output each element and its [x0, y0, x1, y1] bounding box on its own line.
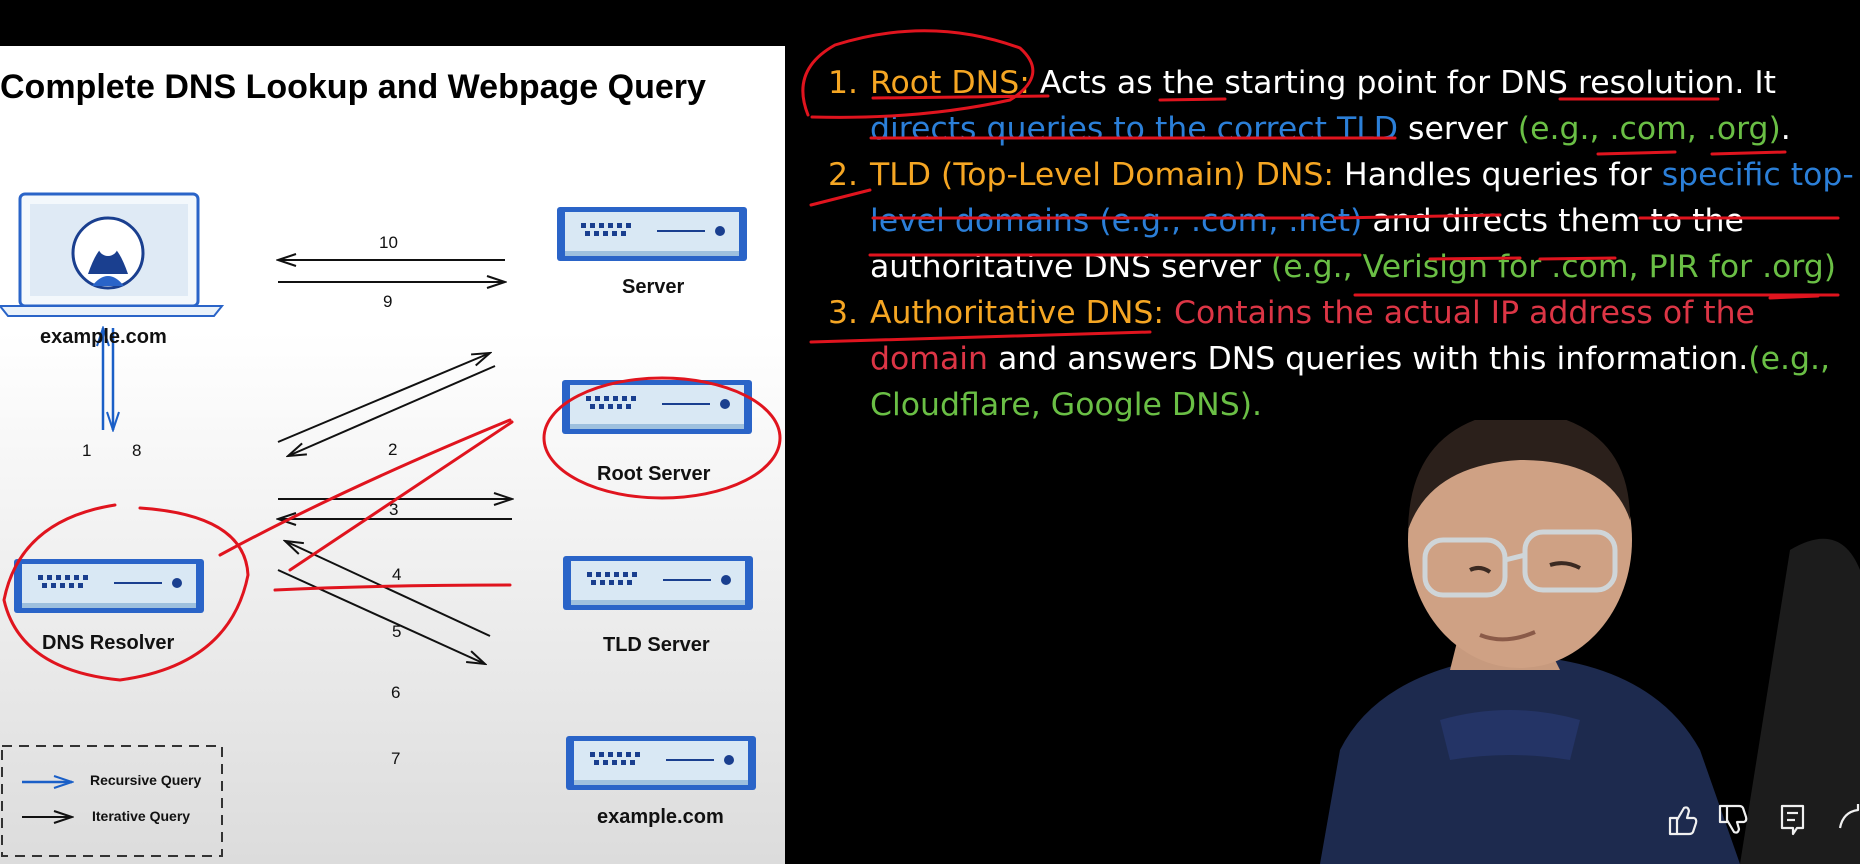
- arrow-6: [285, 541, 491, 637]
- dns-resolver-icon: [13, 558, 205, 614]
- note-text-segment: Root DNS:: [870, 65, 1040, 101]
- step-4-label: 4: [392, 565, 402, 584]
- presenter-webcam: [1320, 420, 1860, 864]
- step-6-label: 6: [391, 683, 401, 702]
- step-1-label: 1: [82, 441, 92, 460]
- dns-resolver-label: DNS Resolver: [42, 632, 175, 654]
- note-text-segment: Acts as the starting point for DNS resol…: [1039, 65, 1776, 101]
- note-text-segment: Handles queries for: [1344, 157, 1662, 193]
- note-text-segment: (e.g., Verisign for .com, PIR for .org): [1270, 249, 1837, 285]
- note-text-segment: Authoritative DNS:: [870, 295, 1175, 331]
- client-label: example.com: [40, 326, 167, 348]
- note-text-segment: authoritative DNS server: [870, 249, 1271, 285]
- arrow-2: [277, 353, 490, 443]
- note-1-line-1: 1. Root DNS: Acts as the starting point f…: [808, 60, 1848, 106]
- note-text-segment: specific top-: [1661, 157, 1854, 193]
- note-3-line-1: 3. Authoritative DNS: Contains the actual…: [808, 290, 1848, 336]
- note-text-segment: (e.g., .com, .org): [1517, 111, 1781, 147]
- laptop-icon: [0, 192, 225, 317]
- note-text-segment: .: [1780, 111, 1791, 147]
- tld-server-icon: [562, 555, 754, 611]
- note-text-segment: domain: [870, 341, 988, 377]
- step-3-label: 3: [389, 500, 399, 519]
- note-3-line-2: domain and answers DNS queries with this…: [808, 336, 1848, 382]
- tld-server-label: TLD Server: [603, 634, 710, 656]
- authoritative-server-label: example.com: [597, 806, 724, 828]
- note-2-line-2: level domains (e.g., .com, .net) and dir…: [808, 198, 1848, 244]
- note-number: 3.: [828, 295, 859, 331]
- step-2-label: 2: [388, 440, 398, 459]
- note-2-line-3: authoritative DNS server (e.g., Verisign…: [808, 244, 1848, 290]
- step-5-label: 5: [392, 622, 402, 641]
- step-10-label: 10: [379, 233, 398, 252]
- note-text-segment: and directs them to the: [1362, 203, 1744, 239]
- note-number: 2.: [828, 157, 859, 193]
- step-7-label: 7: [391, 749, 401, 768]
- note-text-segment: Cloudflare, Google DNS).: [870, 387, 1262, 423]
- legend-recursive-label: Recursive Query: [90, 772, 202, 788]
- root-server-icon: [561, 379, 753, 435]
- diagram-title: Complete DNS Lookup and Webpage Query: [0, 68, 706, 106]
- note-text-segment: directs queries to the correct TLD: [870, 111, 1399, 147]
- note-2-line-1: 2. TLD (Top-Level Domain) DNS: Handles qu…: [808, 152, 1854, 198]
- note-text-segment: Contains the actual IP address of the: [1174, 295, 1755, 331]
- step-8-label: 8: [132, 441, 142, 460]
- legend-box: [1, 745, 223, 857]
- server-label: Server: [622, 276, 685, 298]
- note-text-segment: and answers DNS queries with this inform…: [987, 341, 1749, 377]
- step-9-label: 9: [383, 292, 393, 311]
- note-number: 1.: [828, 65, 859, 101]
- root-server-label: Root Server: [597, 463, 711, 485]
- note-text-segment: level domains (e.g., .com, .net): [870, 203, 1363, 239]
- note-text-segment: TLD (Top-Level Domain) DNS:: [870, 157, 1345, 193]
- arrow-7: [277, 569, 485, 664]
- server-icon: [556, 206, 748, 262]
- note-text-segment: (e.g.,: [1748, 341, 1830, 377]
- dns-notes: 1. Root DNS: Acts as the starting point f…: [808, 60, 1854, 428]
- dns-diagram: Complete DNS Lookup and Webpage Query ex…: [0, 46, 785, 864]
- note-text-segment: server: [1398, 111, 1518, 147]
- legend-iterative-label: Iterative Query: [92, 808, 191, 824]
- note-1-line-2: directs queries to the correct TLD serve…: [808, 106, 1848, 152]
- authoritative-server-icon: [565, 735, 757, 791]
